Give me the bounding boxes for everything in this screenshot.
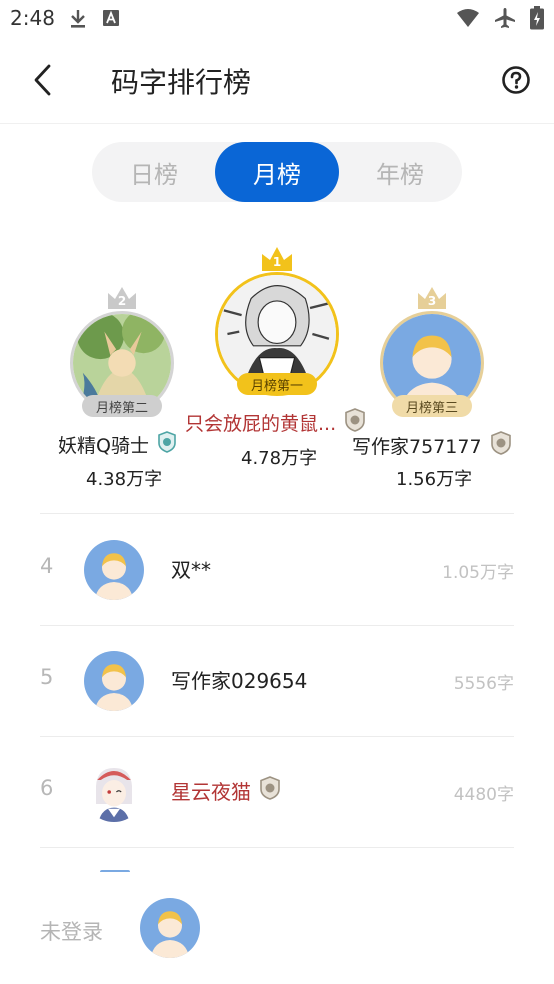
help-button[interactable] (500, 66, 532, 98)
user-name: 星云夜猫 (171, 780, 251, 804)
row-rank: 6 (40, 776, 54, 800)
word-count: 4.38万字 (86, 469, 163, 490)
download-icon (68, 8, 88, 34)
bronze-crown-icon: 3 (416, 285, 448, 311)
chevron-left-icon (31, 63, 53, 101)
silver-medal-icon (259, 776, 281, 805)
avatar[interactable] (140, 898, 200, 958)
avatar (84, 540, 144, 600)
list-item[interactable]: 4 双** 1.05万字 (0, 514, 554, 624)
rank-number: 3 (427, 294, 437, 308)
tab-yearly[interactable]: 年榜 (338, 142, 462, 202)
rank-badge: 月榜第三 (392, 395, 472, 417)
rank-badge: 月榜第一 (237, 373, 317, 395)
silver-medal-icon (490, 431, 512, 460)
back-button[interactable] (22, 62, 62, 102)
app-bar: 码字排行榜 (0, 40, 554, 124)
status-time: 2:48 (10, 6, 55, 30)
tab-monthly[interactable]: 月榜 (215, 142, 339, 202)
row-rank: 5 (40, 665, 54, 689)
user-name: 写作家029654 (171, 669, 308, 693)
word-count: 4480字 (453, 785, 514, 805)
word-count: 1.56万字 (396, 469, 473, 490)
page-title: 码字排行榜 (111, 66, 252, 99)
login-status[interactable]: 未登录 (40, 916, 103, 946)
rank-badge: 月榜第二 (82, 395, 162, 417)
wifi-icon (456, 8, 480, 32)
avatar (84, 651, 144, 711)
podium-third[interactable]: 3 月榜第三 写作家757177 1.56万字 (352, 285, 512, 490)
user-name: 双** (171, 558, 211, 582)
teal-medal-icon (157, 431, 177, 458)
help-circle-icon (501, 65, 531, 99)
avatar (84, 762, 144, 822)
tab-daily[interactable]: 日榜 (92, 142, 216, 202)
gold-crown-icon: 1 (260, 245, 294, 273)
word-count: 4.78万字 (241, 448, 318, 469)
period-tabs: 日榜 月榜 年榜 (92, 142, 462, 202)
row-rank: 4 (40, 554, 54, 578)
rank-number: 2 (117, 294, 127, 308)
battery-charging-icon (530, 6, 544, 34)
current-user-bar[interactable]: 未登录 (0, 872, 554, 984)
list-item[interactable]: 6 星云夜猫 4480字 (0, 736, 554, 846)
airplane-mode-icon (494, 7, 516, 33)
word-count: 1.05万字 (442, 563, 514, 583)
user-name: 只会放屁的黄鼠... (185, 413, 337, 435)
user-name: 写作家757177 (352, 436, 482, 458)
silver-crown-icon: 2 (106, 285, 138, 311)
font-icon (102, 8, 120, 34)
divider (40, 847, 514, 848)
rank-number: 1 (272, 255, 282, 269)
user-name: 妖精Q骑士 (58, 435, 149, 457)
word-count: 5556字 (453, 674, 514, 694)
podium-second[interactable]: 2 月榜第二 妖精Q骑士 4.38万字 (58, 285, 186, 490)
status-bar: 2:48 (0, 0, 554, 40)
podium-first[interactable]: 1 月榜第一 只会放屁的黄鼠... 4.78万字 (185, 245, 370, 475)
list-item[interactable]: 5 写作家029654 5556字 (0, 625, 554, 735)
